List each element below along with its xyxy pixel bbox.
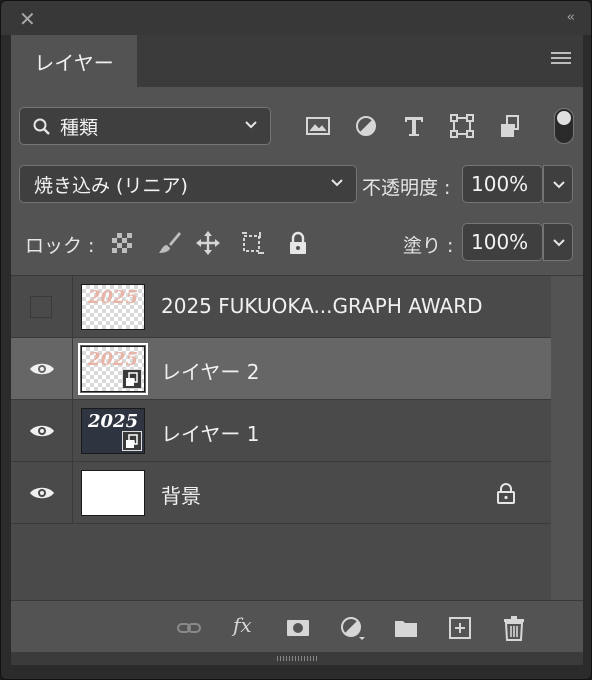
blend-mode-label: 焼き込み (リニア) xyxy=(34,174,188,197)
panel-tabbar: レイヤー xyxy=(11,35,583,87)
lock-image-icon[interactable] xyxy=(157,230,183,256)
grip-dots xyxy=(277,656,317,661)
resize-grip[interactable] xyxy=(11,652,583,665)
thumbnail-text: 2025 xyxy=(88,287,139,308)
chevron-down-icon xyxy=(553,181,565,189)
filter-toggle[interactable] xyxy=(554,108,574,144)
hamburger-menu-icon[interactable] xyxy=(551,52,571,68)
layers-panel: レイヤー 種類 焼き込み (リニア) 不透明度 : 100% ロック : 塗り … xyxy=(11,35,583,665)
new-group-icon[interactable] xyxy=(393,615,419,641)
filter-kind-dropdown[interactable]: 種類 xyxy=(19,107,271,145)
add-mask-icon[interactable] xyxy=(285,615,311,641)
fill-label: 塗り : xyxy=(403,235,454,257)
eye-icon[interactable] xyxy=(29,423,55,439)
chevron-down-icon xyxy=(331,179,343,187)
layer-thumbnail[interactable]: 2025 xyxy=(78,343,148,395)
bottom-toolbar: fx xyxy=(11,600,583,652)
search-icon xyxy=(33,118,50,135)
eye-icon[interactable] xyxy=(29,361,55,377)
visibility-column xyxy=(11,462,73,524)
new-adjustment-layer-icon[interactable] xyxy=(339,615,365,641)
visibility-column xyxy=(11,338,73,400)
layer-thumbnail[interactable]: 2025 xyxy=(81,284,145,330)
lock-all-icon[interactable] xyxy=(285,230,311,256)
chevron-down-icon xyxy=(553,239,565,247)
layer-thumbnail[interactable]: 2025 xyxy=(81,408,145,454)
filter-kind-label: 種類 xyxy=(60,116,99,139)
layer-name[interactable]: 背景 xyxy=(161,480,201,509)
thumbnail-text: 2025 xyxy=(88,349,139,370)
lock-position-icon[interactable] xyxy=(195,230,221,256)
tab-layers[interactable]: レイヤー xyxy=(11,35,137,87)
link-layers-icon[interactable] xyxy=(176,615,202,641)
visibility-column xyxy=(11,276,73,338)
layers-window: ✕ ‹‹ レイヤー 種類 焼き込み (リニア) 不透明度 : 100% ロック … xyxy=(0,0,592,680)
eye-icon[interactable] xyxy=(29,485,55,501)
lock-artboard-icon[interactable] xyxy=(239,230,265,256)
layer-row-selected[interactable]: 2025 レイヤー 2 xyxy=(11,338,551,400)
fx-icon[interactable]: fx xyxy=(233,613,252,637)
delete-layer-icon[interactable] xyxy=(501,615,527,641)
scrollbar[interactable] xyxy=(551,276,583,601)
visibility-column xyxy=(11,400,73,462)
type-filter-icon[interactable] xyxy=(401,113,427,139)
image-filter-icon[interactable] xyxy=(305,113,331,139)
lock-label: ロック : xyxy=(25,235,95,257)
fill-field[interactable]: 100% xyxy=(462,223,543,261)
layer-row[interactable]: 2025 2025 FUKUOKA...GRAPH AWARD xyxy=(11,276,551,338)
layers-list: 2025 2025 FUKUOKA...GRAPH AWARD 2025 レイヤ… xyxy=(11,275,583,601)
window-titlebar: ✕ ‹‹ xyxy=(1,1,591,35)
opacity-dropdown-button[interactable] xyxy=(543,165,573,203)
chevron-down-icon xyxy=(245,121,257,129)
smart-object-badge-icon xyxy=(122,369,142,389)
layer-name[interactable]: レイヤー 2 xyxy=(161,356,259,385)
lock-icon[interactable] xyxy=(496,482,516,504)
adjustment-filter-icon[interactable] xyxy=(353,113,379,139)
toggle-knob xyxy=(557,111,571,125)
opacity-label: 不透明度 : xyxy=(362,177,451,199)
lock-transparency-icon[interactable] xyxy=(109,230,135,256)
fill-dropdown-button[interactable] xyxy=(543,223,573,261)
visibility-toggle-off[interactable] xyxy=(30,296,52,318)
layer-row[interactable]: 2025 レイヤー 1 xyxy=(11,400,551,462)
layer-thumbnail[interactable] xyxy=(81,470,145,516)
smart-object-filter-icon[interactable] xyxy=(498,113,524,139)
close-icon[interactable]: ✕ xyxy=(19,9,39,29)
opacity-field[interactable]: 100% xyxy=(462,165,543,203)
layer-name[interactable]: 2025 FUKUOKA...GRAPH AWARD xyxy=(161,294,483,318)
thumbnail-text: 2025 xyxy=(88,411,139,432)
layer-row[interactable]: 背景 xyxy=(11,462,551,524)
layer-name[interactable]: レイヤー 1 xyxy=(161,418,259,447)
blend-mode-dropdown[interactable]: 焼き込み (リニア) xyxy=(19,165,357,203)
double-chevron-left-icon[interactable]: ‹‹ xyxy=(567,10,576,25)
new-layer-icon[interactable] xyxy=(447,615,473,641)
shape-filter-icon[interactable] xyxy=(449,113,475,139)
smart-object-badge-icon xyxy=(122,431,142,451)
